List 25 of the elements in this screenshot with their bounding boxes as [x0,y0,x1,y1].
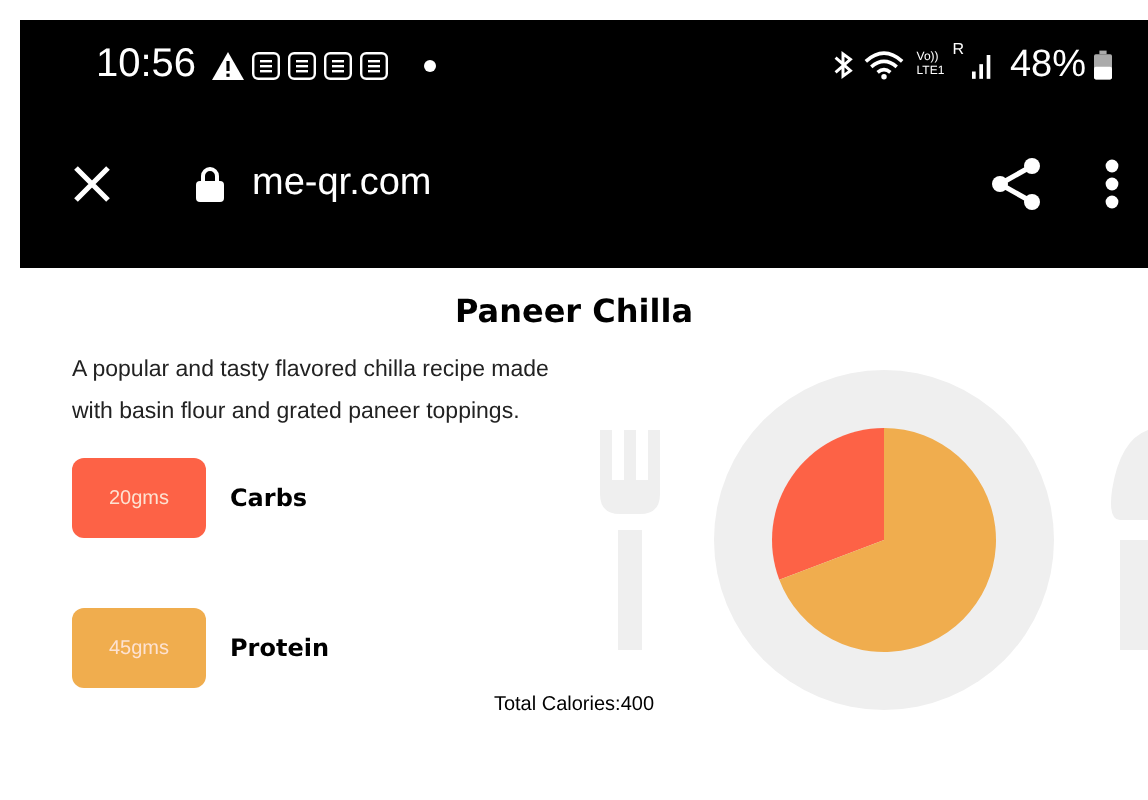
lock-icon [196,165,224,201]
battery-percent: 48% [1009,43,1086,87]
battery-icon [1094,50,1112,80]
bluetooth-icon [830,50,857,80]
warning-icon [212,51,245,79]
calendar-icon [288,51,317,79]
more-options-icon[interactable] [1104,157,1120,209]
recipe-description: A popular and tasty flavored chilla recipe made with basin flour and grated paneer toppings. [72,356,551,428]
wifi-icon [864,50,905,80]
amount-badge: 20gms [72,458,206,538]
roaming-label: R [952,40,964,58]
close-icon[interactable] [72,163,112,203]
url-text[interactable]: me-qr.com [252,161,432,205]
recipe-title: Paneer Chilla [452,292,696,330]
share-icon[interactable] [988,155,1044,211]
status-time: 10:56 [96,42,197,88]
total-calories: Total Calories:400 [491,694,657,716]
calendar-icon [360,51,389,79]
calendar-icon [324,51,353,79]
calendar-icon [252,51,281,79]
nutrient-name: Protein [230,634,329,662]
nutrient-name: Carbs [230,484,308,512]
notification-dot-icon [424,59,437,71]
amount-badge: 45gms [72,608,206,688]
signal-icon [971,51,994,79]
